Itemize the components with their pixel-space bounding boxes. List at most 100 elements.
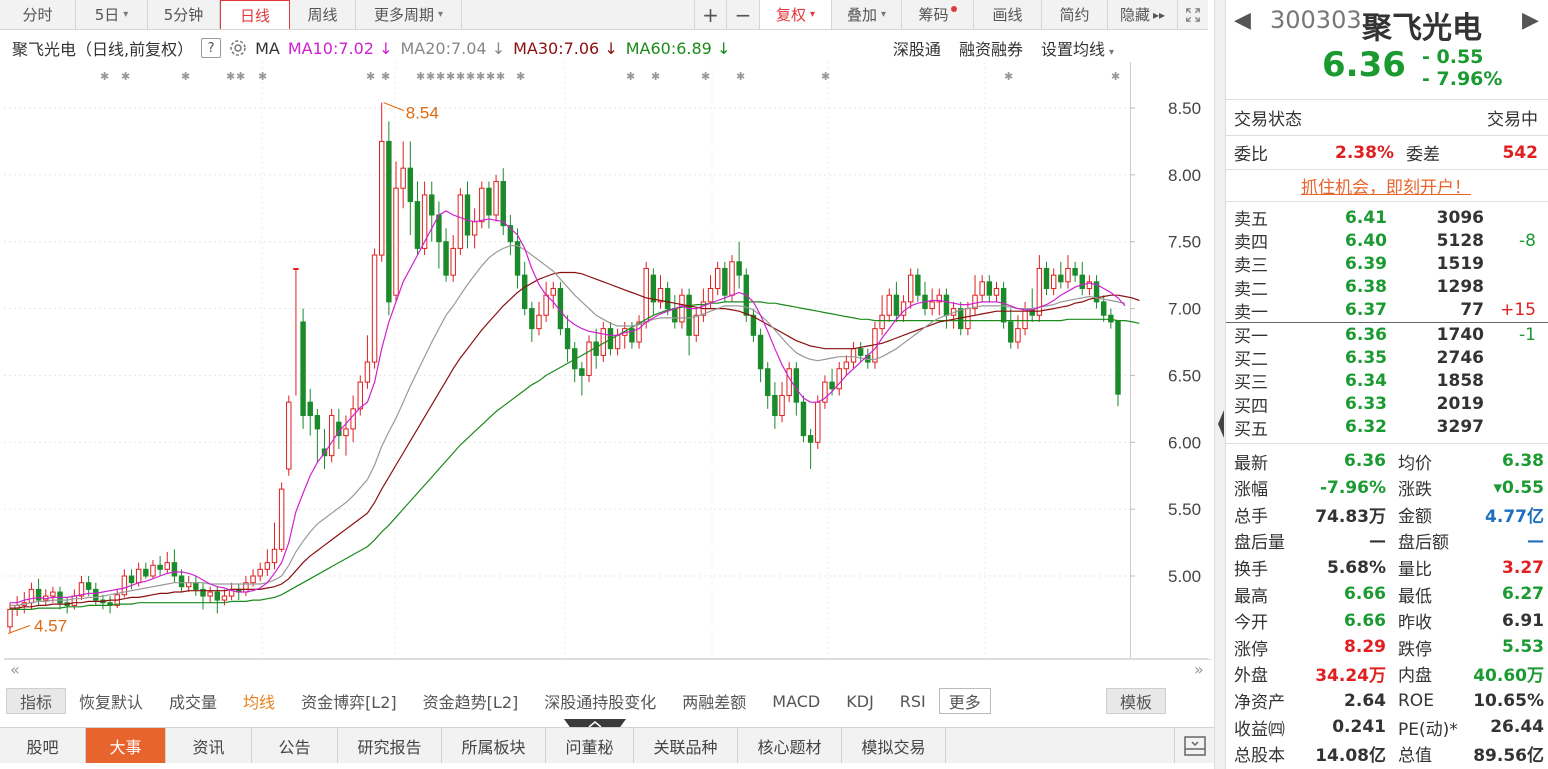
bid-price: 6.32 [1345,417,1387,438]
tab-core-themes[interactable]: 核心题材 [738,728,842,763]
candle-body-up [50,591,56,597]
stat-row: 最高 6.66 最低 6.27 [1226,581,1548,608]
tab-events[interactable]: 大事 [86,728,166,763]
tab-research[interactable]: 研究报告 [338,728,442,763]
event-marker-icon: ✱ [436,70,445,83]
candle-body-up [271,548,278,564]
overlay-dropdown[interactable]: 叠加 ▾ [832,0,902,29]
ask-row[interactable]: 卖三 6.39 1519 [1226,252,1548,277]
candle-body-down [171,562,178,577]
scroll-left-icon[interactable]: « [10,660,20,679]
fuquan-dropdown[interactable]: 复权 ▾ [760,0,832,29]
candle-body-up [907,274,914,303]
panel-toggle-icon[interactable] [1174,728,1214,763]
weicha-label: 委差 [1406,145,1440,165]
bid-book: 买一 6.36 1740 -1 买二 6.35 2746 买三 6.34 1858 买四 6.33 20… [1226,323,1548,444]
next-stock-icon[interactable]: ▶ [1522,8,1539,33]
indicator-tab-fund-game[interactable]: 资金博弈[L2] [288,688,410,714]
bid-row[interactable]: 买一 6.36 1740 -1 [1226,323,1548,348]
tab-weekly[interactable]: 周线 [290,0,356,29]
zoom-out-button[interactable]: − [727,0,760,29]
ask-row[interactable]: 卖一 6.37 77 +15 [1226,299,1548,323]
help-button[interactable]: ? [201,38,222,58]
bid-row[interactable]: 买五 6.32 3297 [1226,416,1548,440]
candle-body-down [986,281,993,296]
gear-icon[interactable] [229,39,247,57]
indicator-tab-ma[interactable]: 均线 [230,688,288,714]
event-marker-icon: ✱ [258,70,267,83]
stat-value: 6.27 [1502,584,1544,605]
tab-5day[interactable]: 5日 ▾ [76,0,148,29]
set-ma-dropdown[interactable]: 设置均线 ▾ [1041,36,1114,60]
y-tick-label: 6.50 [1168,366,1201,385]
zoom-in-button[interactable]: + [694,0,727,29]
tab-5min[interactable]: 5分钟 [148,0,220,29]
ask-row[interactable]: 卖四 6.40 5128 -8 [1226,229,1548,254]
hk-connect-link[interactable]: 深股通 [893,36,941,60]
candle-body-up [457,194,464,249]
tab-5day-label: 5日 [94,6,120,24]
candle-body-up [7,608,13,628]
prev-stock-icon[interactable]: ◀ [1234,8,1251,33]
y-tick-label: 7.50 [1168,233,1201,252]
stat-label: 盘后量 [1234,533,1285,554]
tab-sectors[interactable]: 所属板块 [442,728,546,763]
fullscreen-icon[interactable] [1178,0,1208,29]
tab-announcements[interactable]: 公告 [252,728,338,763]
bid-row[interactable]: 买四 6.33 2019 [1226,393,1548,417]
hide-button[interactable]: 隐藏 ▸▸ [1108,0,1178,29]
stat-row: 最新 6.36 均价 6.38 [1226,448,1548,475]
stat-value: 6.66 [1344,584,1386,605]
tab-guba[interactable]: 股吧 [0,728,86,763]
ask-row[interactable]: 卖二 6.38 1298 [1226,276,1548,300]
tab-daily[interactable]: 日线 [220,0,290,29]
chips-label: 筹码 [918,6,949,24]
candle-body-up [479,187,485,223]
indicator-tab-hk-holding[interactable]: 深股通持股变化 [531,688,669,714]
y-tick-label: 8.50 [1168,99,1201,118]
scroll-right-icon[interactable]: » [1194,660,1204,679]
candle-body-down [1058,274,1064,283]
panel-splitter[interactable] [1214,0,1226,769]
bid-row[interactable]: 买三 6.34 1858 [1226,369,1548,394]
chips-button[interactable]: 筹码 [902,0,974,29]
candle-body-up [357,381,363,410]
tab-fenshi[interactable]: 分时 [0,0,76,29]
template-button[interactable]: 模板 [1105,688,1166,714]
event-marker-icon: ✱ [736,70,745,83]
simple-mode-button[interactable]: 简约 [1042,0,1108,29]
candle-body-up [164,562,170,570]
indicator-tab-fund-trend[interactable]: 资金趋势[L2] [410,688,532,714]
indicator-tab-reset[interactable]: 恢复默认 [66,688,156,714]
open-account-link[interactable]: 抓住机会，即刻开户！ [1301,173,1471,198]
indicator-tab-zhibiao[interactable]: 指标 [6,688,67,714]
kline-chart[interactable]: 8.50 8.00 7.50 7.00 6.50 6.00 5.50 5.00 8.54 4.57… [0,62,1208,660]
ask-price: 6.38 [1345,277,1387,298]
tab-related[interactable]: 关联品种 [634,728,738,763]
bid-row[interactable]: 买二 6.35 2746 [1226,346,1548,371]
tab-simulated-trading[interactable]: 模拟交易 [842,728,946,763]
indicator-tab-rsi[interactable]: RSI [887,688,939,714]
draw-button[interactable]: 画线 [974,0,1042,29]
ma60-text: MA60:6.89 [625,38,712,58]
candle-body-down [35,588,42,601]
margin-trading-link[interactable]: 融资融券 [959,36,1023,60]
candle-body-up [28,588,35,604]
tab-news[interactable]: 资讯 [166,728,252,763]
indicator-tab-kdj[interactable]: KDJ [833,688,887,714]
indicator-tab-macd[interactable]: MACD [759,688,833,714]
event-marker-icon: ✱ [486,70,495,83]
candle-body-down [529,308,535,330]
candle-body-up [779,394,785,417]
indicator-tab-margin-diff[interactable]: 两融差额 [669,688,759,714]
candle-body-up [264,562,271,570]
indicator-tab-more[interactable]: 更多 [938,688,991,714]
bid-label: 买四 [1234,396,1268,417]
stock-code: 300303 [1270,6,1362,34]
ask-row[interactable]: 卖五 6.41 3096 [1226,206,1548,231]
tab-ask-secretary[interactable]: 问董秘 [546,728,634,763]
more-periods-dropdown[interactable]: 更多周期 ▾ [356,0,462,29]
candle-body-down [1108,314,1114,323]
indicator-tab-volume[interactable]: 成交量 [156,688,230,714]
candle-body-up [729,261,735,296]
